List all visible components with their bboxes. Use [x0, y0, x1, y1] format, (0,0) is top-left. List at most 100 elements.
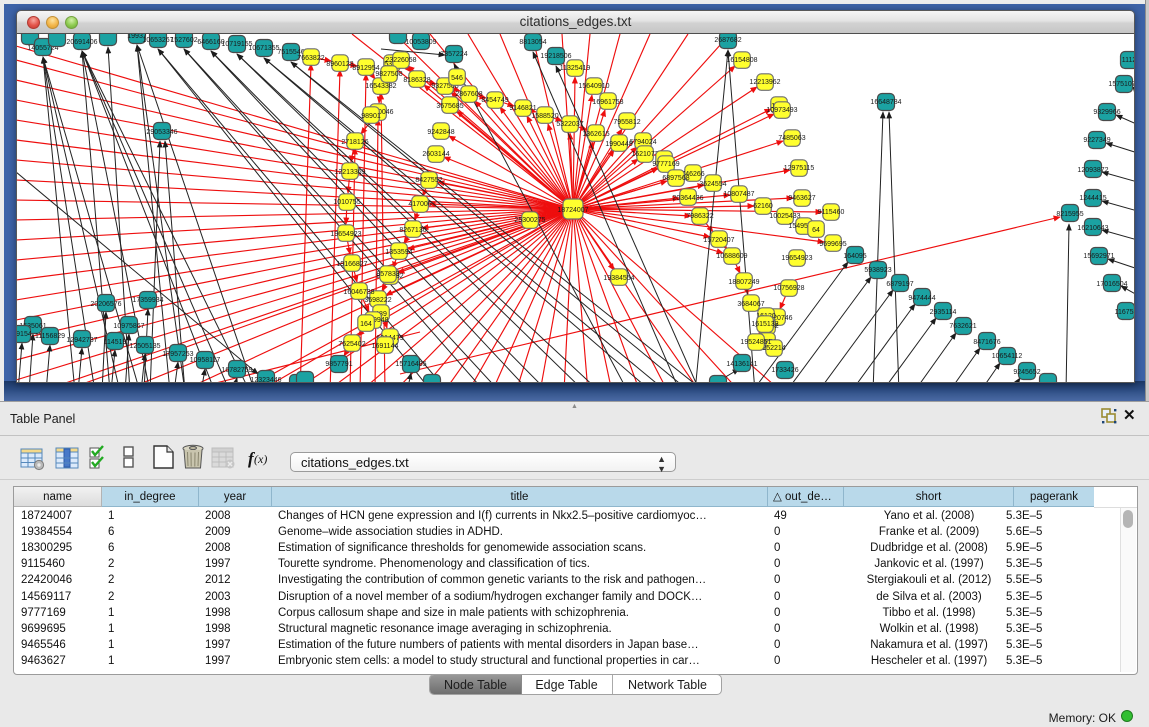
svg-text:10807487: 10807487: [723, 191, 754, 198]
svg-text:10756928: 10756928: [773, 285, 804, 292]
svg-text:9857791: 9857791: [325, 361, 352, 368]
svg-text:8427552: 8427552: [415, 177, 442, 184]
svg-text:1244415: 1244415: [1079, 195, 1106, 202]
svg-text:9329966: 9329966: [1093, 109, 1120, 116]
svg-text:857833: 857833: [376, 271, 399, 278]
svg-text:1621072: 1621072: [631, 151, 658, 158]
svg-text:16782759: 16782759: [221, 367, 252, 374]
svg-text:1527602: 1527602: [170, 37, 197, 44]
svg-text:1010755: 1010755: [333, 199, 360, 206]
svg-text:11325419: 11325419: [560, 65, 591, 72]
svg-text:1362615: 1362615: [582, 131, 609, 138]
svg-text:23226058: 23226058: [385, 57, 416, 64]
svg-text:8960128: 8960128: [326, 61, 353, 68]
svg-text:3624554: 3624554: [699, 181, 726, 188]
svg-text:2718126: 2718126: [341, 139, 368, 146]
svg-text:15692971: 15692971: [1083, 253, 1114, 260]
svg-text:10653267: 10653267: [142, 37, 173, 44]
svg-text:6879197: 6879197: [886, 281, 913, 288]
svg-text:17359934: 17359934: [132, 297, 163, 304]
svg-text:9474444: 9474444: [908, 295, 935, 302]
svg-text:9245652: 9245652: [1013, 369, 1040, 376]
svg-text:12975115: 12975115: [784, 165, 815, 172]
svg-text:9777169: 9777169: [652, 161, 679, 168]
svg-text:2867608: 2867608: [455, 91, 482, 98]
svg-text:12505135: 12505135: [129, 343, 160, 350]
svg-text:12323446: 12323446: [250, 377, 281, 382]
svg-text:98901: 98901: [361, 113, 381, 120]
svg-text:14136141: 14136141: [726, 361, 757, 368]
svg-text:1112: 1112: [1122, 57, 1134, 64]
svg-text:9146821: 9146821: [509, 105, 536, 112]
svg-text:16543382: 16543382: [365, 83, 396, 90]
svg-text:15640910: 15640910: [578, 83, 609, 90]
svg-text:417006: 417006: [408, 201, 431, 208]
svg-text:12093872: 12093872: [1077, 167, 1108, 174]
svg-text:9242848: 9242848: [427, 129, 454, 136]
svg-text:17016504: 17016504: [1096, 281, 1127, 288]
svg-text:10671355: 10671355: [248, 45, 279, 52]
svg-text:20691406: 20691406: [66, 39, 97, 46]
svg-text:7955812: 7955812: [613, 119, 640, 126]
svg-text:19166827: 19166827: [336, 261, 367, 268]
svg-text:2687682: 2687682: [714, 37, 741, 44]
svg-text:1615132: 1615132: [751, 321, 778, 328]
svg-text:19654923: 19654923: [330, 231, 361, 238]
svg-text:16046738: 16046738: [343, 289, 374, 296]
svg-text:164: 164: [360, 321, 372, 328]
svg-text:10958117: 10958117: [190, 357, 221, 364]
svg-text:25300275: 25300275: [514, 217, 545, 224]
svg-text:7625402: 7625402: [338, 341, 365, 348]
svg-text:7632621: 7632621: [949, 323, 976, 330]
svg-text:10654112: 10654112: [992, 353, 1023, 360]
svg-text:7357224: 7357224: [440, 51, 467, 58]
svg-text:164095: 164095: [843, 253, 866, 260]
svg-text:5938923: 5938923: [864, 267, 891, 274]
svg-text:8454749: 8454749: [481, 97, 508, 104]
svg-text:8813054: 8813054: [519, 39, 546, 46]
svg-text:15716485: 15716485: [395, 361, 426, 368]
svg-text:8267130: 8267130: [399, 227, 426, 234]
svg-text:16154808: 16154808: [726, 57, 757, 64]
svg-text:12213962: 12213962: [749, 79, 780, 86]
svg-text:116753: 116753: [1115, 309, 1134, 316]
svg-text:9699695: 9699695: [819, 241, 846, 248]
svg-text:9115460: 9115460: [818, 209, 845, 216]
svg-text:10688609: 10688609: [716, 253, 747, 260]
svg-text:15751074: 15751074: [1108, 81, 1134, 88]
svg-text:9463627: 9463627: [788, 195, 815, 202]
svg-text:10053809: 10053809: [405, 39, 436, 46]
svg-text:546: 546: [451, 75, 463, 82]
svg-text:18724007: 18724007: [557, 207, 588, 214]
svg-text:3684067: 3684067: [737, 301, 764, 308]
svg-text:252214: 252214: [762, 345, 785, 352]
svg-text:7485063: 7485063: [778, 135, 805, 142]
svg-text:19524851: 19524851: [740, 339, 771, 346]
svg-text:2603144: 2603144: [422, 151, 449, 158]
svg-text:12213369: 12213369: [334, 169, 365, 176]
svg-text:9227349: 9227349: [1083, 137, 1110, 144]
svg-text:10973493: 10973493: [766, 107, 797, 114]
svg-text:39154: 39154: [17, 331, 32, 338]
svg-text:1691144: 1691144: [372, 343, 399, 350]
svg-text:6897568: 6897568: [662, 175, 689, 182]
svg-text:62160: 62160: [753, 203, 773, 210]
svg-text:20364436: 20364436: [672, 195, 703, 202]
svg-text:8471676: 8471676: [973, 339, 1000, 346]
svg-text:10975867: 10975867: [113, 323, 144, 330]
svg-text:19218506: 19218506: [540, 53, 571, 60]
svg-text:18807249: 18807249: [728, 279, 759, 286]
svg-text:(x): (x): [254, 452, 267, 466]
svg-text:114519: 114519: [104, 339, 127, 346]
svg-text:19654923: 19654923: [781, 255, 812, 262]
svg-text:29053346: 29053346: [146, 129, 177, 136]
svg-text:64: 64: [812, 227, 820, 234]
svg-text:11156829: 11156829: [35, 333, 65, 340]
svg-text:19384554: 19384554: [603, 275, 634, 282]
svg-text:15720407: 15720407: [703, 237, 734, 244]
svg-text:20206576: 20206576: [90, 301, 121, 308]
svg-text:3675685: 3675685: [436, 103, 463, 110]
svg-text:9827508: 9827508: [375, 71, 402, 78]
svg-text:12942737: 12942737: [66, 337, 97, 344]
svg-text:1353594: 1353594: [385, 249, 412, 256]
